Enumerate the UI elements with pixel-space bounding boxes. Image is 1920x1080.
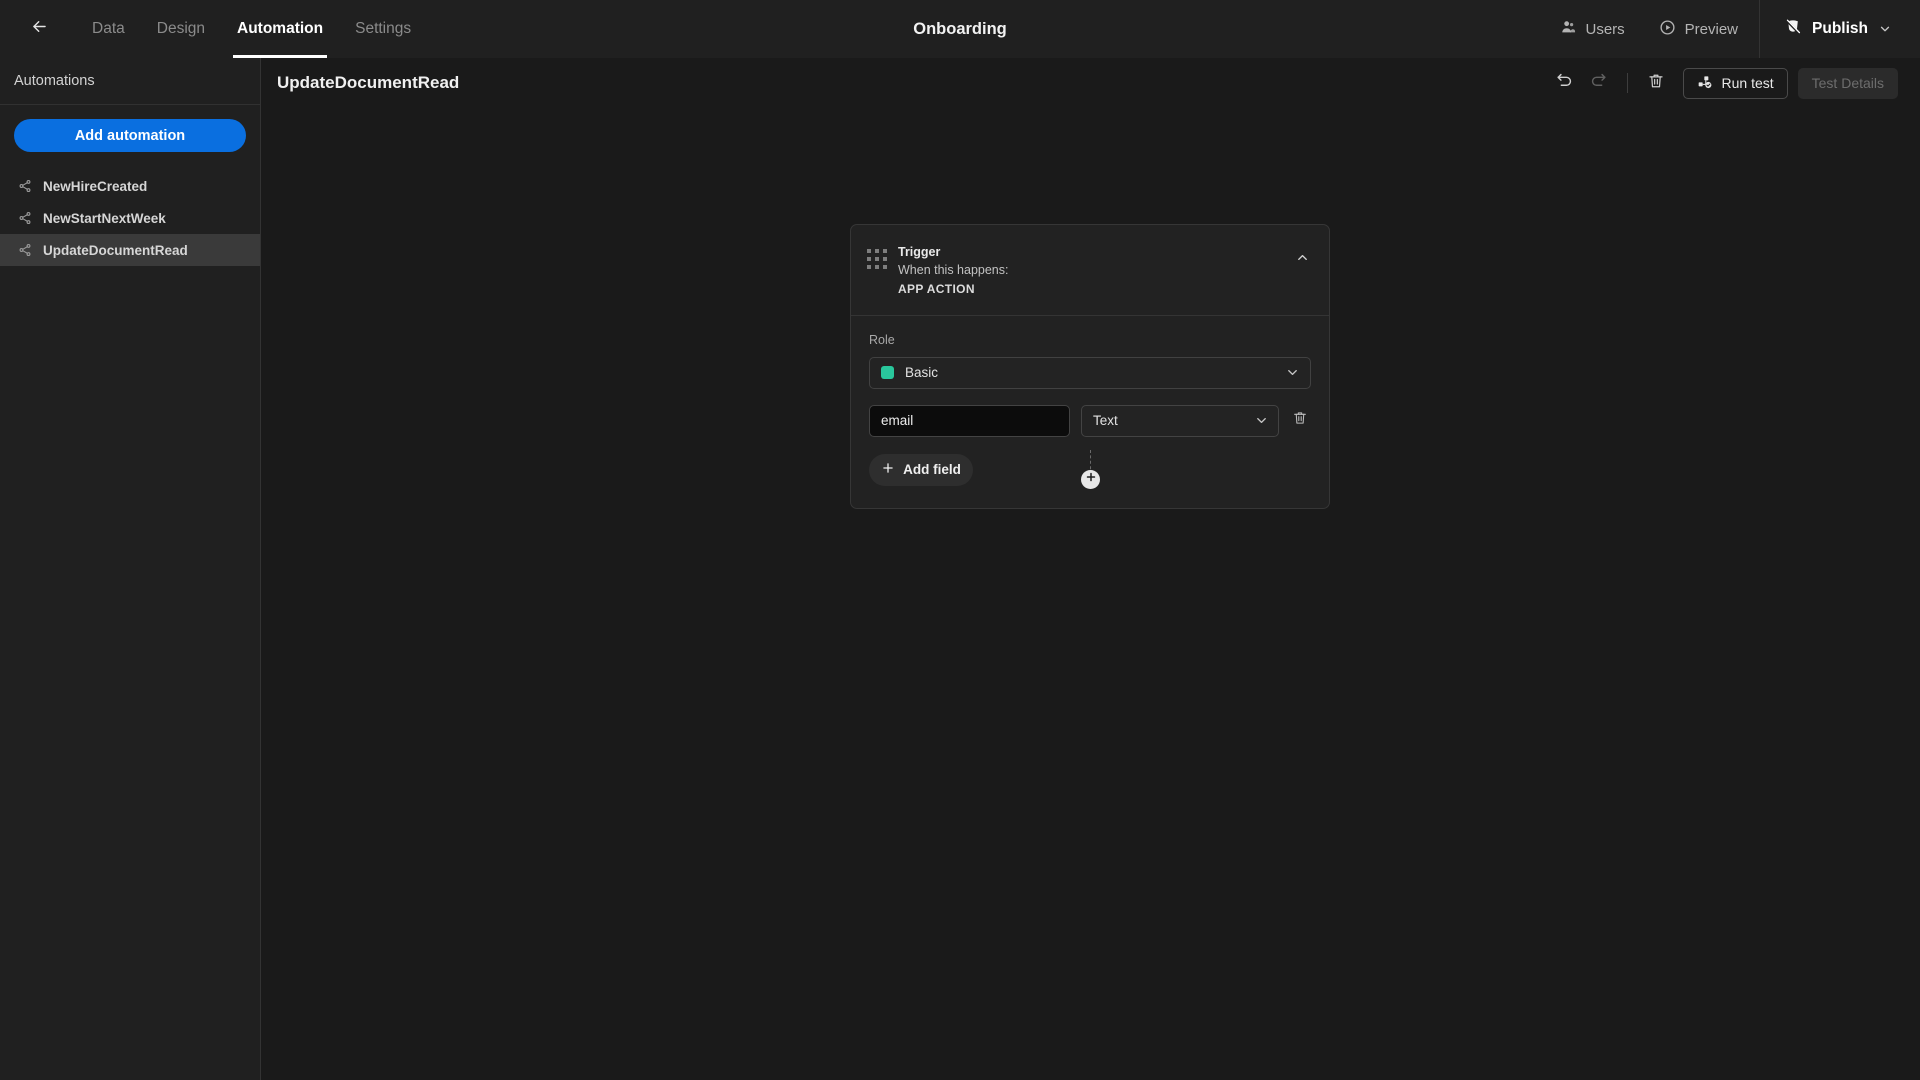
publish-globe-icon <box>1784 18 1802 41</box>
test-details-button[interactable]: Test Details <box>1797 67 1898 99</box>
users-icon <box>1560 19 1576 39</box>
plus-circle-icon <box>1084 470 1098 489</box>
role-color-swatch <box>881 366 894 380</box>
content-area: UpdateDocumentRead Run test Test Details… <box>262 58 1920 1080</box>
sidebar-item-newstartnextweek[interactable]: NewStartNextWeek <box>0 202 260 234</box>
add-field-label: Add field <box>903 462 961 478</box>
tab-design[interactable]: Design <box>141 0 221 58</box>
add-field-button[interactable]: Add field <box>869 453 973 486</box>
share-nodes-icon <box>18 243 32 257</box>
field-type-select[interactable]: Text <box>1081 404 1279 437</box>
trash-icon <box>1647 72 1665 95</box>
sidebar-item-newhirecreated[interactable]: NewHireCreated <box>0 170 260 202</box>
add-automation-wrap: Add automation <box>0 105 260 158</box>
tab-automation-label: Automation <box>237 20 324 37</box>
drag-grid-icon[interactable] <box>867 249 887 269</box>
sidebar-item-label: UpdateDocumentRead <box>43 242 188 258</box>
automation-list: NewHireCreated NewStartNextWeek UpdateDo… <box>0 170 260 266</box>
undo-icon <box>1555 71 1574 95</box>
role-select-value: Basic <box>905 365 939 381</box>
chevron-down-icon <box>1285 365 1300 380</box>
trigger-card-header: Trigger When this happens: APP ACTION <box>851 225 1329 316</box>
field-type-value: Text <box>1093 413 1118 429</box>
arrow-left-icon <box>30 17 49 41</box>
play-circle-icon <box>1659 19 1676 40</box>
role-select[interactable]: Basic <box>869 356 1311 389</box>
field-row: Text <box>869 404 1311 437</box>
role-label: Role <box>869 332 895 347</box>
tab-settings[interactable]: Settings <box>339 0 427 58</box>
back-button[interactable] <box>22 12 56 46</box>
add-automation-button[interactable]: Add automation <box>14 119 246 152</box>
run-test-icon <box>1697 74 1713 93</box>
run-test-button[interactable]: Run test <box>1682 67 1788 99</box>
share-nodes-icon <box>18 211 32 225</box>
plus-icon <box>881 461 895 478</box>
share-nodes-icon <box>18 179 32 193</box>
trigger-subtitle: When this happens: <box>898 263 1009 278</box>
publish-button[interactable]: Publish <box>1764 0 1920 58</box>
users-label: Users <box>1585 20 1625 38</box>
tab-settings-label: Settings <box>355 20 412 37</box>
sidebar-item-updatedocumentread[interactable]: UpdateDocumentRead <box>0 234 260 266</box>
preview-label: Preview <box>1684 20 1739 38</box>
delete-automation-button[interactable] <box>1639 66 1673 100</box>
redo-button[interactable] <box>1582 66 1616 100</box>
trigger-type-label: APP ACTION <box>898 281 975 296</box>
flow-canvas[interactable]: Trigger When this happens: APP ACTION Ro… <box>262 108 1920 1080</box>
users-button[interactable]: Users <box>1543 0 1641 58</box>
field-name-input[interactable] <box>869 404 1070 437</box>
tab-design-label: Design <box>156 20 205 37</box>
chevron-down-icon <box>1254 413 1269 428</box>
top-bar: Data Design Automation Settings Onboardi… <box>0 0 1920 58</box>
trigger-title: Trigger <box>898 245 941 259</box>
redo-icon <box>1589 71 1608 95</box>
trash-icon <box>1292 410 1308 431</box>
run-test-label: Run test <box>1721 75 1774 91</box>
top-bar-right: Users Preview Publish <box>1543 0 1920 58</box>
page-title: UpdateDocumentRead <box>277 73 460 92</box>
top-bar-left: Data Design Automation Settings <box>0 0 427 58</box>
toolbar-divider <box>1626 73 1628 93</box>
trigger-card-text: Trigger When this happens: APP ACTION <box>898 243 1291 298</box>
delete-field-button[interactable] <box>1290 410 1311 432</box>
top-bar-divider <box>1759 0 1761 58</box>
content-header: UpdateDocumentRead Run test Test Details <box>262 58 1920 108</box>
chevron-up-icon <box>1295 250 1310 270</box>
sidebar-item-label: NewStartNextWeek <box>43 210 166 226</box>
sidebar: Automations Add automation NewHireCreate… <box>0 58 261 1080</box>
preview-button[interactable]: Preview <box>1642 0 1755 58</box>
tab-automation[interactable]: Automation <box>221 0 339 58</box>
content-toolbar: Run test Test Details <box>1548 66 1898 100</box>
tab-data[interactable]: Data <box>76 0 141 58</box>
tab-data-label: Data <box>92 20 125 37</box>
sidebar-heading: Automations <box>0 58 260 105</box>
add-step-button[interactable] <box>1081 470 1100 489</box>
sidebar-item-label: NewHireCreated <box>43 178 148 194</box>
publish-label: Publish <box>1812 20 1868 37</box>
collapse-trigger-button[interactable] <box>1291 249 1313 271</box>
chevron-down-icon <box>1878 22 1892 36</box>
undo-button[interactable] <box>1548 66 1582 100</box>
